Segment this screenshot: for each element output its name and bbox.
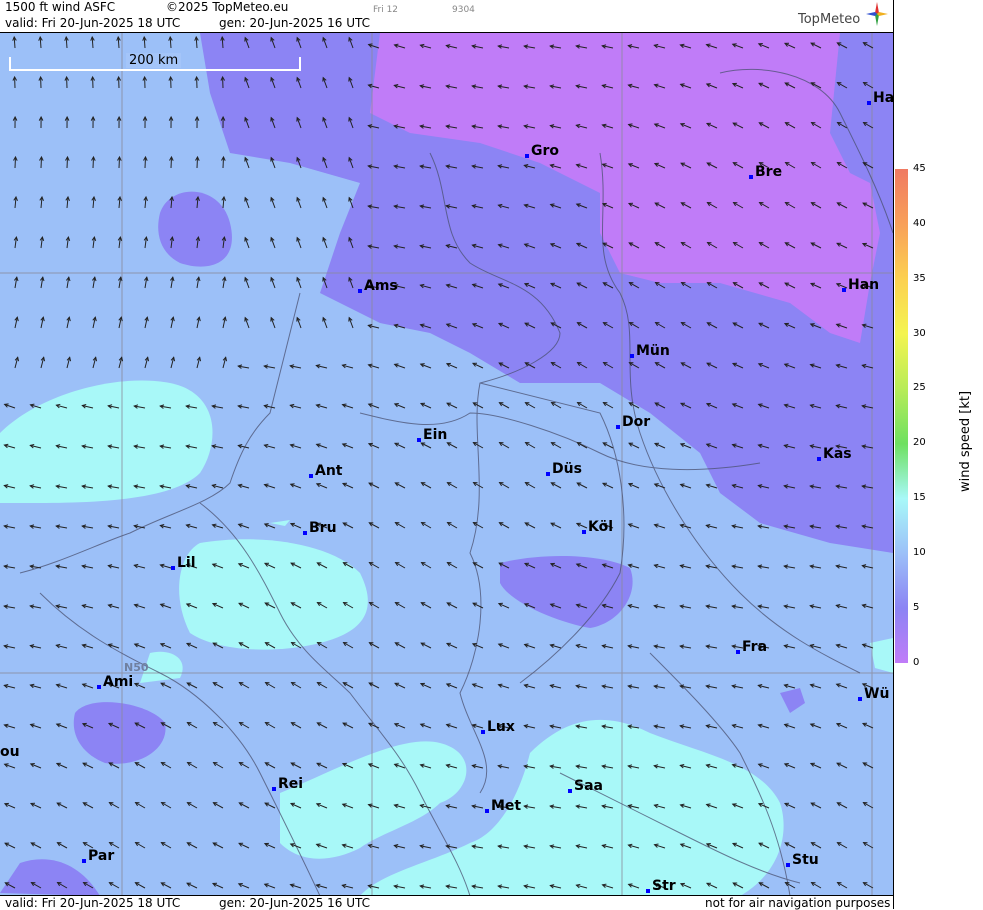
city-label[interactable]: ou: [0, 744, 20, 760]
city-label[interactable]: Ha: [873, 90, 893, 106]
city-label[interactable]: Bru: [309, 520, 337, 536]
city-label[interactable]: Mün: [636, 343, 670, 359]
compass-icon: [866, 2, 888, 26]
latitude-label: N50: [124, 661, 149, 674]
legend-tick: 45: [913, 164, 926, 174]
city-label[interactable]: Ams: [364, 278, 398, 294]
generated-time: gen: 20-Jun-2025 16 UTC: [219, 16, 370, 31]
city-label[interactable]: Saa: [574, 778, 603, 794]
city-label[interactable]: Han: [848, 277, 879, 293]
legend-title: wind speed [kt]: [958, 391, 973, 492]
legend-color-bar: [895, 169, 908, 663]
copyright: ©2025 TopMeteo.eu: [166, 0, 288, 15]
city-label[interactable]: Bre: [755, 164, 782, 180]
valid-time: valid: Fri 20-Jun-2025 18 UTC: [5, 16, 180, 31]
city-label[interactable]: Met: [491, 798, 521, 814]
wind-field-canvas: [0, 33, 893, 896]
legend-tick: 10: [913, 548, 926, 558]
city-label[interactable]: Wü: [864, 686, 889, 702]
city-label[interactable]: Dor: [622, 414, 650, 430]
legend-tick: 40: [913, 219, 926, 229]
wind-map[interactable]: 200 km N50 Ha Gro Bre Ams Han Mün Dor Ei…: [0, 32, 893, 896]
city-label[interactable]: Rei: [278, 776, 303, 792]
city-label[interactable]: Par: [88, 848, 114, 864]
legend-tick: 35: [913, 274, 926, 284]
footer: valid: Fri 20-Jun-2025 18 UTC gen: 20-Ju…: [0, 895, 893, 910]
city-label[interactable]: Ami: [103, 674, 133, 690]
legend-tick: 5: [913, 603, 919, 613]
legend-tick: 0: [913, 658, 919, 668]
run-code: 9304: [452, 3, 475, 18]
city-label[interactable]: Düs: [552, 461, 582, 477]
brand-logo[interactable]: TopMeteo: [798, 12, 860, 27]
city-label[interactable]: Ant: [315, 463, 343, 479]
legend-tick: 20: [913, 438, 926, 448]
city-label[interactable]: Fra: [742, 639, 767, 655]
scale-label: 200 km: [126, 53, 181, 68]
legend-tick: 25: [913, 383, 926, 393]
city-label[interactable]: Stu: [792, 852, 819, 868]
city-label[interactable]: Ein: [423, 427, 447, 443]
city-label[interactable]: Köl: [588, 519, 613, 535]
footer-generated-time: gen: 20-Jun-2025 16 UTC: [219, 896, 370, 910]
city-label[interactable]: Gro: [531, 143, 559, 159]
city-label[interactable]: Str: [652, 878, 676, 894]
legend-tick: 30: [913, 329, 926, 339]
disclaimer: not for air navigation purposes: [705, 896, 890, 910]
city-label[interactable]: Lil: [177, 555, 196, 571]
city-label[interactable]: Lux: [487, 719, 515, 735]
time-slot: Fri 12: [373, 3, 398, 18]
header: 1500 ft wind ASFC ©2025 TopMeteo.eu Fri …: [0, 0, 893, 32]
city-label[interactable]: Kas: [823, 446, 852, 462]
legend-tick: 15: [913, 493, 926, 503]
footer-valid-time: valid: Fri 20-Jun-2025 18 UTC: [5, 896, 180, 910]
product-title: 1500 ft wind ASFC: [5, 0, 115, 15]
